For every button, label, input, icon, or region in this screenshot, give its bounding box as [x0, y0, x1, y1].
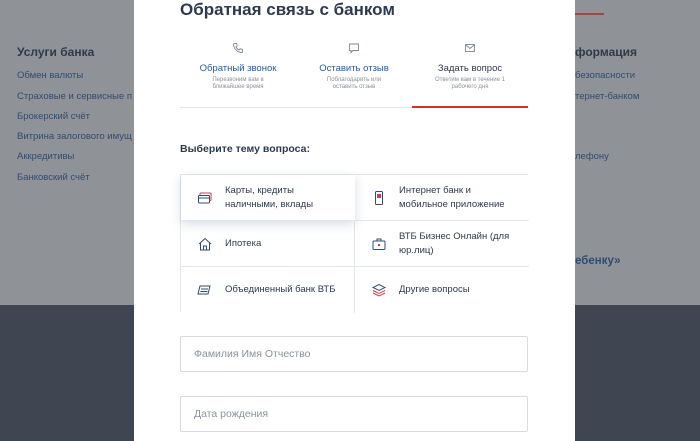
bg-services-title: Услуги банка — [17, 45, 95, 59]
bg-link[interactable]: Витрина залогового имущ — [17, 131, 132, 142]
tab-callback-label: Обратный звонок — [199, 63, 277, 74]
full-name-field[interactable] — [180, 336, 528, 372]
topic-label: ВТБ Бизнес Онлайн (для юр.лиц) — [399, 230, 510, 256]
mail-icon — [465, 44, 475, 52]
modal-title: Обратная связь с банком — [180, 0, 395, 19]
topic-label: Объединенный банк ВТБ — [225, 284, 336, 295]
topic-internet-bank[interactable]: Интернет банк и мобильное приложение — [355, 175, 529, 221]
bg-link[interactable]: безопасности — [575, 70, 635, 81]
topic-cards-credits-deposits[interactable]: Карты, кредиты наличными, вклады — [181, 175, 355, 221]
bg-promo-link[interactable]: ебенку» — [575, 255, 621, 267]
bank-icon — [197, 285, 211, 295]
topic-label: Другие вопросы — [399, 284, 470, 295]
topic-label: Карты, кредиты наличными, вклады — [225, 184, 314, 210]
bg-red-line — [575, 13, 604, 15]
topic-mortgage[interactable]: Ипотека — [181, 221, 355, 267]
tab-review-sub: Поблагодарить или оставить отзыв — [326, 77, 382, 90]
phone-icon — [233, 43, 243, 53]
bg-link[interactable]: Страховые и сервисные п — [17, 91, 132, 102]
mobile-icon — [375, 191, 383, 205]
tab-ask-question[interactable]: Задать вопрос Ответим вам в течение 1 ра… — [412, 38, 528, 108]
bg-link[interactable]: лефону — [575, 151, 609, 162]
cards-icon — [198, 192, 212, 204]
bg-info-title: формация — [575, 45, 637, 59]
bg-link[interactable]: Аккредитивы — [17, 151, 74, 162]
tab-ask-sub: Ответим вам в течение 1 рабочего дня — [435, 77, 505, 90]
layers-icon — [371, 283, 387, 297]
topic-other[interactable]: Другие вопросы — [355, 267, 529, 313]
bg-link[interactable]: Обмен валюты — [17, 70, 83, 81]
bg-link[interactable]: тернет-банком — [575, 91, 639, 102]
briefcase-icon — [372, 238, 386, 250]
tab-callback-sub: Перезвоним вам в ближайшее время — [212, 77, 264, 90]
topic-question-label: Выберите тему вопроса: — [180, 143, 310, 155]
tab-ask-label: Задать вопрос — [437, 63, 503, 74]
bg-link[interactable]: Брокерский счёт — [17, 111, 90, 122]
chat-icon — [349, 43, 359, 54]
feedback-modal: Обратная связь с банком Обратный звонок … — [134, 0, 575, 441]
birth-date-field[interactable] — [180, 396, 528, 432]
house-icon — [198, 237, 212, 251]
topic-grid: Карты, кредиты наличными, вклады Интерне… — [180, 174, 529, 313]
topic-vtb-business[interactable]: ВТБ Бизнес Онлайн (для юр.лиц) — [355, 221, 529, 267]
bg-link[interactable]: Банковский счёт — [17, 172, 90, 183]
topic-united-bank[interactable]: Объединенный банк ВТБ — [181, 267, 355, 313]
tab-callback[interactable]: Обратный звонок Перезвоним вам в ближайш… — [180, 38, 296, 108]
tab-review[interactable]: Оставить отзыв Поблагодарить или оставит… — [296, 38, 412, 108]
topic-label: Интернет банк и мобильное приложение — [399, 184, 505, 210]
tab-review-label: Оставить отзыв — [319, 63, 389, 74]
feedback-tabs: Обратный звонок Перезвоним вам в ближайш… — [180, 38, 528, 108]
topic-label: Ипотека — [225, 237, 262, 249]
